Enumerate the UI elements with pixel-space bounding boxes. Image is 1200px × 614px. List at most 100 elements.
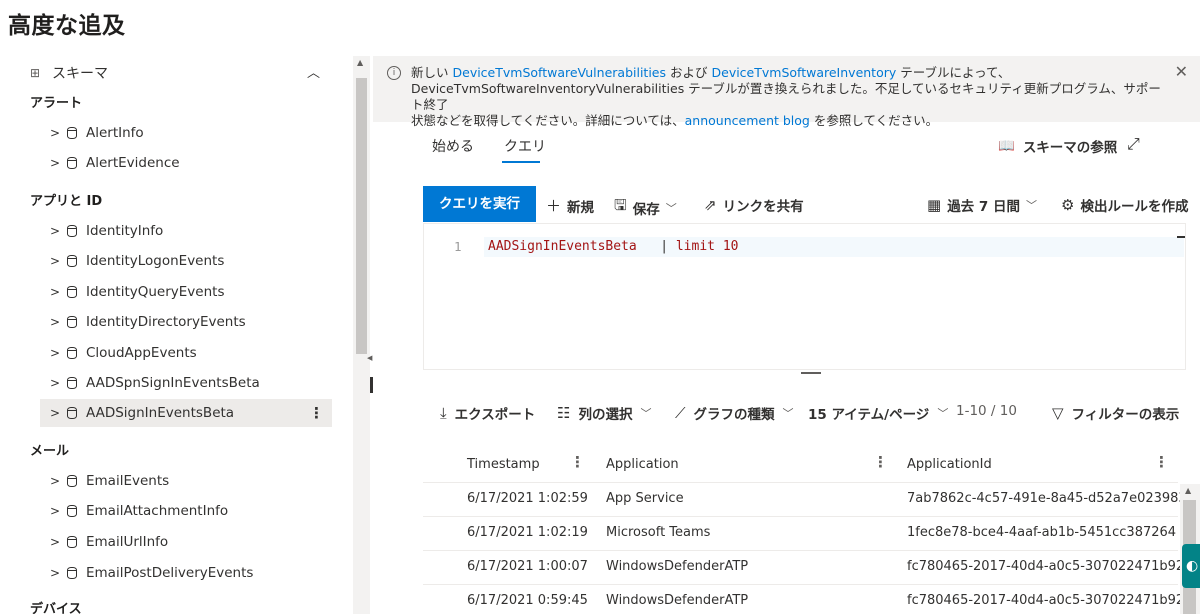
chevron-right-icon[interactable]: > bbox=[50, 254, 64, 268]
table-row[interactable]: 6/17/2021 0:59:45 WindowsDefenderATP fc7… bbox=[423, 584, 1184, 614]
schema-table-item[interactable]: > EmailUrlInfo bbox=[40, 528, 332, 556]
column-options-icon[interactable]: ⋮ bbox=[873, 453, 888, 471]
column-options-icon[interactable]: ⋮ bbox=[1154, 453, 1169, 471]
table-name: EmailPostDeliveryEvents bbox=[86, 565, 254, 581]
schema-table-item[interactable]: > IdentityLogonEvents bbox=[40, 247, 332, 275]
table-icon bbox=[67, 536, 77, 548]
table-row[interactable]: 6/17/2021 1:02:19 Microsoft Teams 1fec8e… bbox=[423, 516, 1178, 550]
column-options-icon[interactable]: ⋮ bbox=[570, 453, 585, 471]
run-query-button[interactable]: クエリを実行 bbox=[423, 186, 536, 222]
chevron-down-icon[interactable]: ﹀ bbox=[1026, 197, 1037, 213]
cell-application: App Service bbox=[606, 491, 684, 506]
export-button[interactable]: ⤓ エクスポート bbox=[440, 403, 535, 423]
schema-reference-button[interactable]: 📖 スキーマの参照 bbox=[998, 136, 1117, 156]
code-operator: limit 10 bbox=[675, 239, 739, 254]
table-name: CloudAppEvents bbox=[86, 345, 197, 361]
panel-splitter[interactable] bbox=[370, 377, 373, 393]
link-announcement-blog[interactable]: announcement blog bbox=[685, 113, 810, 128]
more-options-icon[interactable]: ⋮ bbox=[309, 404, 324, 422]
save-button[interactable]: 🖫 保存 ﹀ bbox=[614, 195, 677, 220]
share-link-button[interactable]: ⇗ リンクを共有 bbox=[704, 195, 804, 215]
scroll-thumb[interactable] bbox=[356, 78, 367, 354]
expand-icon[interactable]: ⤢ bbox=[1127, 134, 1140, 154]
tab-start[interactable]: 始める bbox=[432, 136, 474, 156]
schema-table-item[interactable]: > CloudAppEvents bbox=[40, 339, 332, 367]
schema-table-item[interactable]: > AlertInfo bbox=[40, 119, 332, 147]
chevron-down-icon[interactable]: ﹀ bbox=[640, 405, 651, 421]
create-detection-rule-button[interactable]: ⚙ 検出ルールを作成 bbox=[1061, 195, 1188, 215]
scroll-up-icon[interactable]: ▲ bbox=[1185, 486, 1191, 495]
banner-text: 新しい DeviceTvmSoftwareVulnerabilities および… bbox=[411, 65, 1171, 129]
schema-scrollbar[interactable]: ▲ bbox=[353, 56, 370, 614]
schema-table-item[interactable]: > IdentityQueryEvents bbox=[40, 278, 332, 306]
table-icon bbox=[67, 377, 77, 389]
cell-timestamp: 6/17/2021 1:02:59 bbox=[467, 491, 588, 506]
column-header-timestamp[interactable]: Timestamp bbox=[467, 457, 540, 472]
chevron-right-icon[interactable]: > bbox=[50, 535, 64, 549]
filter-icon: ▽ bbox=[1052, 404, 1064, 422]
close-icon[interactable]: ✕ bbox=[1175, 64, 1188, 80]
schema-icon: ⊞ bbox=[30, 66, 41, 80]
schema-table-item[interactable]: > EmailAttachmentInfo bbox=[40, 497, 332, 525]
schema-table-item[interactable]: > IdentityDirectoryEvents bbox=[40, 308, 332, 336]
schema-header[interactable]: ⊞ スキーマ ︿ bbox=[30, 62, 330, 84]
query-code[interactable]: AADSignInEventsBeta | limit 10 bbox=[488, 239, 738, 254]
feedback-icon[interactable]: ◐ bbox=[1182, 544, 1200, 588]
save-icon: 🖫 bbox=[614, 196, 627, 214]
collapse-left-icon[interactable]: ◀ bbox=[367, 354, 372, 362]
chevron-right-icon[interactable]: > bbox=[50, 406, 64, 420]
chevron-right-icon[interactable]: > bbox=[50, 376, 64, 390]
book-icon: 📖 bbox=[998, 138, 1015, 154]
chevron-right-icon[interactable]: > bbox=[50, 474, 64, 488]
table-name: AlertEvidence bbox=[86, 155, 180, 171]
line-number: 1 bbox=[454, 239, 462, 254]
chart-type-dropdown[interactable]: ⟋ グラフの種類 ﹀ bbox=[675, 403, 794, 423]
link-vulnerabilities[interactable]: DeviceTvmSoftwareVulnerabilities bbox=[453, 65, 667, 80]
table-icon bbox=[67, 567, 77, 579]
chevron-down-icon[interactable]: ﹀ bbox=[937, 405, 948, 421]
scroll-up-icon[interactable]: ▲ bbox=[357, 58, 363, 67]
chevron-right-icon[interactable]: > bbox=[50, 315, 64, 329]
chevron-right-icon[interactable]: > bbox=[50, 126, 64, 140]
schema-table-item[interactable]: > EmailPostDeliveryEvents bbox=[40, 559, 332, 587]
cell-timestamp: 6/17/2021 1:00:07 bbox=[467, 559, 588, 574]
column-header-application[interactable]: Application bbox=[606, 457, 679, 472]
column-header-applicationid[interactable]: ApplicationId bbox=[907, 457, 992, 472]
page-size-dropdown[interactable]: 15 アイテム/ページ ﹀ bbox=[808, 403, 948, 423]
chevron-right-icon[interactable]: > bbox=[50, 224, 64, 238]
schema-table-item[interactable]: > EmailEvents bbox=[40, 467, 332, 495]
resize-grip[interactable] bbox=[801, 372, 821, 374]
chevron-right-icon[interactable]: > bbox=[50, 346, 64, 360]
schema-table-item[interactable]: > IdentityInfo bbox=[40, 217, 332, 245]
chevron-right-icon[interactable]: > bbox=[50, 504, 64, 518]
schema-table-item[interactable]: > AADSpnSignInEventsBeta bbox=[40, 369, 332, 397]
schema-panel: ⊞ スキーマ ︿ アラート > AlertInfo > AlertEvidence … bbox=[0, 52, 372, 614]
time-range-dropdown[interactable]: ▦ 過去 7 日間 ﹀ bbox=[927, 195, 1037, 215]
new-query-button[interactable]: ＋ 新規 bbox=[546, 195, 594, 216]
table-row[interactable]: 6/17/2021 1:02:59 App Service 7ab7862c-4… bbox=[423, 482, 1187, 516]
cell-application: Microsoft Teams bbox=[606, 525, 711, 540]
columns-label: 列の選択 bbox=[578, 407, 633, 423]
page-title: 高度な追及 bbox=[8, 13, 126, 39]
choose-columns-button[interactable]: ☷ 列の選択 ﹀ bbox=[557, 403, 651, 423]
schema-table-item[interactable]: > AlertEvidence bbox=[40, 149, 332, 177]
link-inventory[interactable]: DeviceTvmSoftwareInventory bbox=[712, 65, 897, 80]
chevron-right-icon[interactable]: > bbox=[50, 285, 64, 299]
chevron-right-icon[interactable]: > bbox=[50, 566, 64, 580]
chevron-down-icon[interactable]: ﹀ bbox=[783, 405, 794, 421]
table-icon bbox=[67, 407, 77, 419]
show-filters-button[interactable]: ▽ フィルターの表示 bbox=[1052, 403, 1179, 423]
schema-table-item-selected[interactable]: > AADSignInEventsBeta ⋮ bbox=[40, 399, 332, 427]
chevron-right-icon[interactable]: > bbox=[50, 156, 64, 170]
chevron-down-icon[interactable]: ﹀ bbox=[666, 200, 677, 216]
editor-scroll-marker bbox=[1177, 236, 1185, 238]
download-icon: ⤓ bbox=[440, 404, 447, 422]
tab-query[interactable]: クエリ bbox=[504, 136, 546, 156]
query-editor[interactable]: 1 AADSignInEventsBeta | limit 10 bbox=[423, 223, 1186, 370]
chevron-up-icon[interactable]: ︿ bbox=[307, 62, 320, 81]
plus-icon: ＋ bbox=[546, 197, 562, 215]
columns-icon: ☷ bbox=[557, 404, 571, 422]
table-row[interactable]: 6/17/2021 1:00:07 WindowsDefenderATP fc7… bbox=[423, 550, 1184, 584]
banner-text-part: テーブルによって、 bbox=[900, 65, 1011, 80]
table-icon bbox=[67, 127, 77, 139]
